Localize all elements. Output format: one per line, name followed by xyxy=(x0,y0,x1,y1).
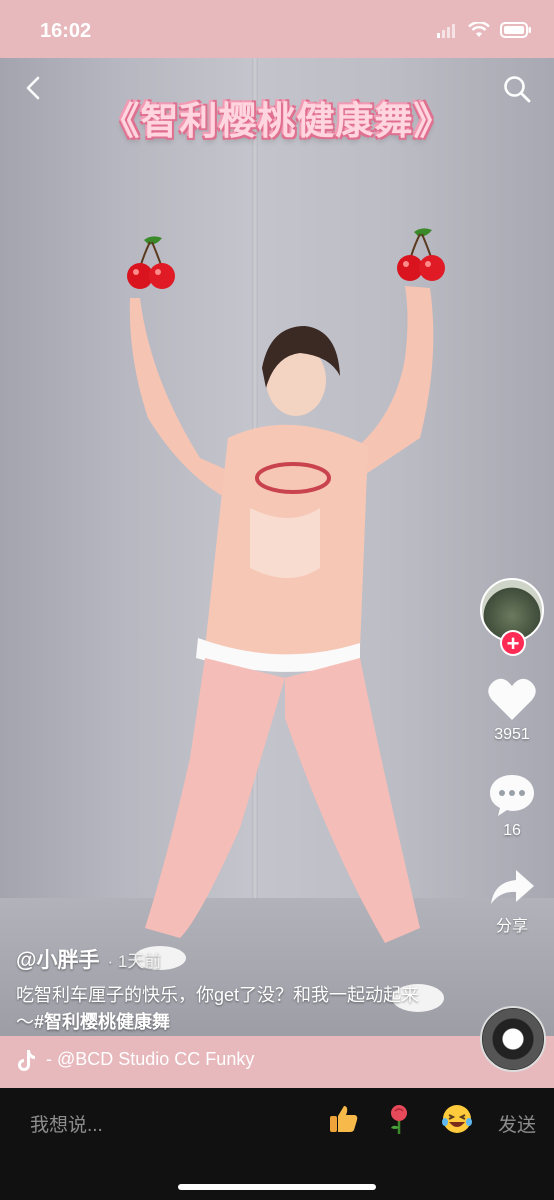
share-arrow-icon[interactable] xyxy=(488,868,536,908)
author-line: @小胖手 · 1天前 xyxy=(16,944,436,974)
music-title: - @BCD Studio CC Funky xyxy=(46,1049,255,1069)
dancer-figure xyxy=(129,286,444,1012)
music-bar[interactable]: - @BCD Studio CC Funky xyxy=(0,1036,554,1088)
author-avatar-wrap[interactable]: + xyxy=(480,578,544,656)
rose-icon[interactable] xyxy=(382,1102,416,1136)
heart-icon[interactable] xyxy=(487,676,537,722)
music-disc[interactable] xyxy=(480,1006,546,1072)
cellular-signal-icon xyxy=(437,24,455,38)
laughing-face-icon[interactable] xyxy=(440,1102,474,1136)
status-icons xyxy=(436,22,532,38)
comment-bubble-icon[interactable] xyxy=(487,772,537,818)
action-rail: + 3951 16 分享 xyxy=(478,578,546,964)
caption: @小胖手 · 1天前 吃智利车厘子的快乐，你get了没？和我一起动起来～#智利樱… xyxy=(16,944,436,1036)
video-title: 《智利樱桃健康舞》 xyxy=(101,99,453,143)
back-arrow-icon[interactable] xyxy=(20,74,48,102)
cherry-icon xyxy=(397,228,445,281)
share-button[interactable]: 分享 xyxy=(488,868,536,936)
status-bar: 16:02 xyxy=(0,0,554,58)
comment-bar: 我想说... 发送 xyxy=(0,1088,554,1200)
video-player[interactable]: 《智利樱桃健康舞》 xyxy=(0,58,554,1038)
thumbs-up-icon[interactable] xyxy=(326,1102,360,1136)
tiktok-note-icon xyxy=(18,1050,35,1071)
like-button[interactable]: 3951 xyxy=(487,676,537,744)
comment-count: 16 xyxy=(503,822,521,839)
search-icon[interactable] xyxy=(502,74,532,104)
send-button[interactable]: 发送 xyxy=(498,1110,536,1137)
hashtag-link[interactable]: #智利樱桃健康舞 xyxy=(34,1012,170,1032)
status-time: 16:02 xyxy=(40,20,92,42)
cherry-icon xyxy=(127,236,175,289)
comment-button[interactable]: 16 xyxy=(487,772,537,840)
caption-text: 吃智利车厘子的快乐，你get了没？和我一起动起来～#智利樱桃健康舞 xyxy=(16,982,436,1036)
like-count: 3951 xyxy=(494,726,530,743)
share-label: 分享 xyxy=(495,918,528,935)
wifi-icon xyxy=(468,22,490,37)
post-time: · 1天前 xyxy=(107,952,162,971)
battery-icon xyxy=(500,22,531,38)
comment-input[interactable]: 我想说... xyxy=(30,1110,103,1137)
follow-button[interactable]: + xyxy=(500,630,526,656)
author-name[interactable]: @小胖手 xyxy=(16,944,99,974)
home-indicator xyxy=(178,1184,376,1190)
